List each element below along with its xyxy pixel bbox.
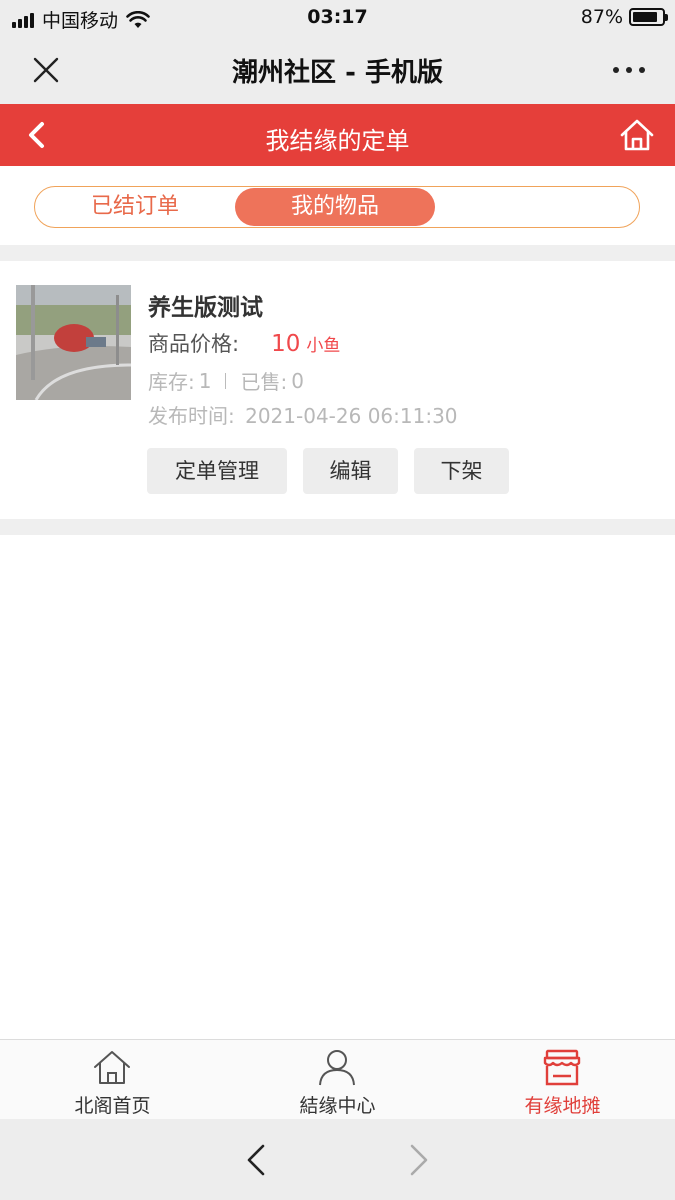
tab-completed-orders[interactable]: 已结订单 <box>35 188 235 226</box>
publish-time-row: 发布时间: 2021-04-26 06:11:30 <box>148 400 458 429</box>
edit-button[interactable]: 编辑 <box>303 448 398 494</box>
price-label: 商品价格: <box>148 332 240 356</box>
separator <box>225 372 227 389</box>
stock-value: 1 <box>198 368 212 393</box>
forward-arrow-icon[interactable] <box>406 1143 432 1177</box>
price-value: 10 <box>271 331 301 357</box>
segment-control: 已结订单 我的物品 <box>34 186 640 228</box>
more-icon[interactable] <box>611 64 647 76</box>
browser-toolbar <box>0 1119 675 1200</box>
tab-label: 有缘地摊 <box>524 1095 601 1117</box>
delist-button[interactable]: 下架 <box>414 448 509 494</box>
sold-value: 0 <box>291 368 304 393</box>
stock-row: 库存: 1 已售: 0 <box>148 366 304 395</box>
wechat-nav-bar: 潮州社区 - 手机版 <box>0 34 675 104</box>
publish-time-value: 2021-04-26 06:11:30 <box>245 404 458 428</box>
publish-time-label: 发布时间: <box>148 404 235 428</box>
tab-label: 北阁首页 <box>74 1095 151 1117</box>
user-icon <box>319 1050 355 1086</box>
price-unit: 小鱼 <box>306 336 341 356</box>
bottom-tab-bar: 北阁首页 結缘中心 有缘地摊 <box>0 1039 675 1119</box>
screen: 中国移动 03:17 87% 潮州社区 - 手机版 我结缘的定单 已结订单 我的… <box>0 0 675 1200</box>
clock: 03:17 <box>307 6 368 28</box>
back-arrow-icon[interactable] <box>243 1143 269 1177</box>
status-bar: 中国移动 03:17 87% <box>0 0 675 34</box>
price-row: 商品价格: 10 小鱼 <box>148 328 340 358</box>
divider <box>0 245 675 261</box>
home-icon[interactable] <box>617 116 657 154</box>
shop-icon <box>543 1049 581 1086</box>
divider <box>0 519 675 535</box>
tab-home[interactable]: 北阁首页 <box>0 1040 225 1120</box>
sold-label: 已售: <box>240 370 288 394</box>
stock-label: 库存: <box>148 370 195 394</box>
tab-label: 結缘中心 <box>299 1095 376 1117</box>
battery-icon <box>629 8 668 26</box>
app-header: 我结缘的定单 <box>0 104 675 166</box>
page-title: 潮州社区 - 手机版 <box>232 58 443 88</box>
house-icon <box>94 1051 130 1084</box>
order-manage-button[interactable]: 定单管理 <box>147 448 287 494</box>
tab-stall[interactable]: 有缘地摊 <box>450 1040 675 1120</box>
battery-percent: 87% <box>580 6 623 28</box>
product-name[interactable]: 养生版测试 <box>148 288 263 322</box>
product-thumbnail[interactable] <box>16 285 131 400</box>
tab-my-items[interactable]: 我的物品 <box>235 188 435 226</box>
header-title: 我结缘的定单 <box>265 127 410 155</box>
tab-center[interactable]: 結缘中心 <box>225 1040 450 1120</box>
